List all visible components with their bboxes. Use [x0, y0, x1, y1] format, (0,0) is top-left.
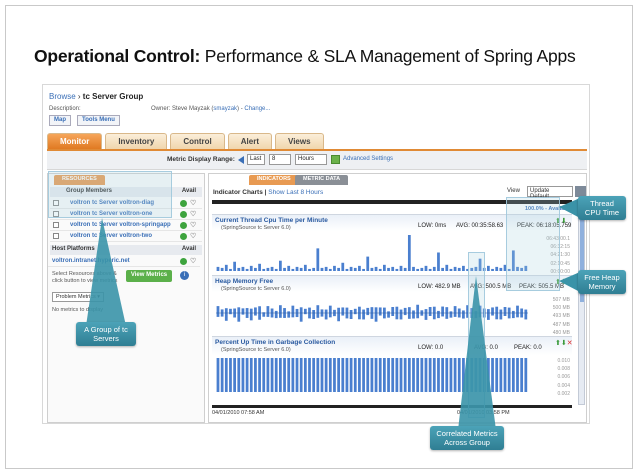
correlated-pointer: [458, 276, 496, 430]
callout-thread-cpu: Thread CPU Time: [578, 196, 626, 220]
thread-pointer: [559, 198, 580, 218]
group-pointer: [86, 218, 126, 326]
callout-heap: Free Heap Memory: [578, 270, 626, 294]
callout-pointers: [86, 198, 580, 430]
callout-correlated: Correlated Metrics Across Group: [430, 426, 504, 450]
slide: Operational Control: Performance & SLA M…: [5, 5, 633, 469]
heap-pointer: [559, 272, 580, 292]
callout-group: A Group of tc Servers: [76, 322, 136, 346]
